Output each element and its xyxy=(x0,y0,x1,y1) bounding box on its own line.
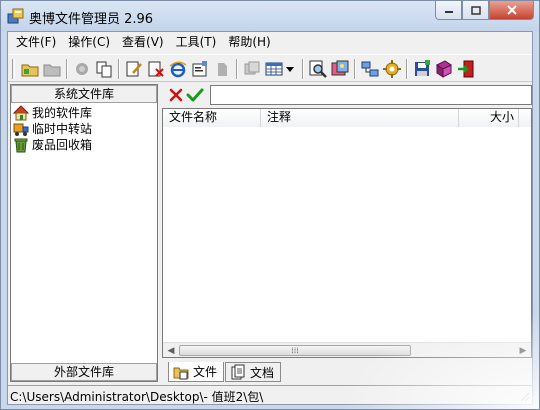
column-extra[interactable] xyxy=(519,109,531,127)
network-icon[interactable] xyxy=(360,59,380,79)
system-library-header[interactable]: 系统文件库 xyxy=(11,85,157,103)
toolbar-separator xyxy=(66,59,68,79)
save-icon[interactable] xyxy=(412,59,432,79)
copy-disabled-icon[interactable] xyxy=(72,59,92,79)
command-row xyxy=(162,84,532,106)
path-input[interactable] xyxy=(210,85,532,105)
toolbar-separator xyxy=(302,59,304,79)
tab-files[interactable]: 文件 xyxy=(168,362,225,382)
recycle-bin-icon xyxy=(14,138,28,153)
settings-icon[interactable] xyxy=(382,59,402,79)
horizontal-scrollbar[interactable]: ◀ ⁞⁞⁞ ▶ xyxy=(163,342,531,357)
scroll-right-icon[interactable]: ▶ xyxy=(518,346,528,356)
tree-item-label: 临时中转站 xyxy=(32,122,93,136)
toolbar-separator xyxy=(406,59,408,79)
menu-help[interactable]: 帮助(H) xyxy=(222,33,276,51)
window-disabled-icon[interactable] xyxy=(242,59,262,79)
tree-item-temp-station[interactable]: 临时中转站 xyxy=(13,121,92,137)
window-title: 奥博文件管理员 2.96 xyxy=(29,12,154,27)
status-path: C:\Users\Administrator\Desktop\- 值班2\包\ xyxy=(10,390,264,404)
edit-icon[interactable] xyxy=(124,59,144,79)
menu-file[interactable]: 文件(F) xyxy=(10,33,62,51)
menu-tools[interactable]: 工具(T) xyxy=(170,33,223,51)
search-icon[interactable] xyxy=(308,59,328,79)
toolbar-separator xyxy=(118,59,120,79)
toolbar-grip[interactable] xyxy=(12,59,15,79)
maximize-icon xyxy=(470,5,481,15)
toolbar-separator xyxy=(236,59,238,79)
folder-disabled-icon[interactable] xyxy=(42,59,62,79)
view-grid-icon[interactable] xyxy=(264,59,284,79)
tree-item-label: 废品回收箱 xyxy=(32,138,93,152)
home-icon xyxy=(13,105,29,121)
confirm-icon[interactable] xyxy=(186,87,204,103)
tree-item-recycle-bin[interactable]: 废品回收箱 xyxy=(13,137,92,153)
column-headers: 文件名称 注释 大小 xyxy=(163,109,531,127)
maximize-button[interactable] xyxy=(462,1,489,20)
column-comment[interactable]: 注释 xyxy=(261,109,459,127)
properties-icon[interactable] xyxy=(190,59,210,79)
internet-icon[interactable] xyxy=(168,59,188,79)
dropdown-icon[interactable] xyxy=(284,59,296,79)
truck-icon xyxy=(13,123,29,136)
toolbar xyxy=(8,54,532,82)
title-bar[interactable]: 奥博文件管理员 2.96 xyxy=(1,1,539,31)
external-library-header[interactable]: 外部文件库 xyxy=(11,363,157,381)
file-panel: 文件名称 注释 大小 ◀ ⁞⁞⁞ ▶ 文件 文档 xyxy=(162,84,532,382)
toolbar-separator xyxy=(354,59,356,79)
app-icon xyxy=(7,8,24,24)
exit-icon[interactable] xyxy=(456,59,476,79)
tab-label: 文档 xyxy=(250,365,275,380)
library-tree: 我的软件库 临时中转站 废品回收箱 xyxy=(13,105,92,153)
move-icon[interactable] xyxy=(94,59,114,79)
tree-item-my-software[interactable]: 我的软件库 xyxy=(13,105,92,121)
close-icon xyxy=(506,5,517,15)
scroll-thumb[interactable]: ⁞⁞⁞ xyxy=(179,345,411,356)
column-size[interactable]: 大小 xyxy=(459,109,519,127)
app-window: 奥博文件管理员 2.96 文件(F) 操作(C) 查看(V) 工具(T) 帮助(… xyxy=(0,0,540,410)
open-disabled-icon[interactable] xyxy=(212,59,232,79)
library-panel: 系统文件库 我的软件库 临时中转站 废品回收箱 外部文件库 xyxy=(10,84,158,382)
menu-operation[interactable]: 操作(C) xyxy=(62,33,116,51)
cancel-icon[interactable] xyxy=(168,87,184,103)
delete-icon[interactable] xyxy=(146,59,166,79)
caption-buttons xyxy=(435,1,534,21)
column-filename[interactable]: 文件名称 xyxy=(163,109,261,127)
client-area: 文件(F) 操作(C) 查看(V) 工具(T) 帮助(H) 系统文件库 我的软件… xyxy=(7,31,533,405)
book-icon[interactable] xyxy=(434,59,454,79)
minimize-icon xyxy=(444,11,453,13)
add-folder-icon[interactable] xyxy=(20,59,40,79)
file-icon xyxy=(173,367,189,379)
file-list[interactable]: 文件名称 注释 大小 ◀ ⁞⁞⁞ ▶ xyxy=(162,108,532,358)
menu-bar: 文件(F) 操作(C) 查看(V) 工具(T) 帮助(H) xyxy=(8,32,532,52)
scroll-left-icon[interactable]: ◀ xyxy=(166,346,176,356)
status-bar: C:\Users\Administrator\Desktop\- 值班2\包\ xyxy=(8,385,532,404)
minimize-button[interactable] xyxy=(435,1,462,20)
document-icon xyxy=(231,364,245,380)
resize-grip-icon[interactable] xyxy=(518,390,530,402)
view-tabs: 文件 文档 xyxy=(168,362,282,382)
menu-view[interactable]: 查看(V) xyxy=(116,33,170,51)
tree-item-label: 我的软件库 xyxy=(32,106,93,120)
tab-documents[interactable]: 文档 xyxy=(225,362,282,382)
close-button[interactable] xyxy=(489,1,534,20)
tab-label: 文件 xyxy=(193,365,218,379)
image-icon[interactable] xyxy=(330,59,350,79)
